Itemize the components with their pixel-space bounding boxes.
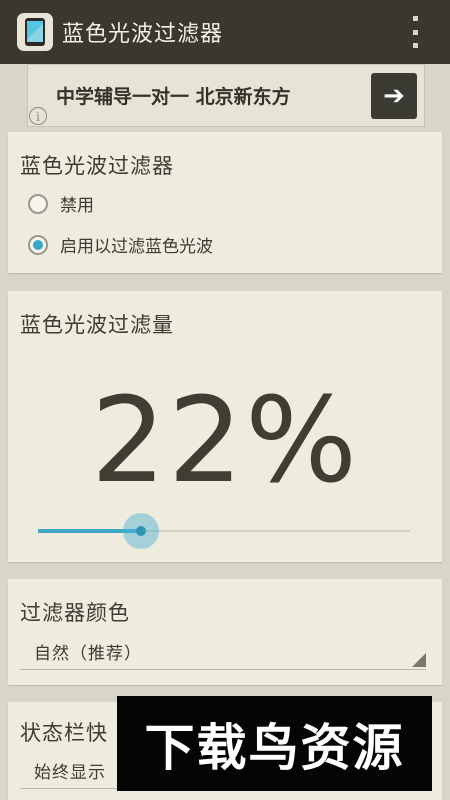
phone-screen — [27, 21, 43, 42]
ad-banner[interactable]: 中学辅导一对一 北京新东方 ➔ i — [27, 64, 425, 127]
dropdown-selected-value: 自然（推荐） — [34, 644, 142, 664]
filter-color-card: 过滤器颜色 自然（推荐） — [8, 579, 442, 685]
radio-label: 启用以过滤蓝色光波 — [60, 237, 213, 257]
ad-arrow-button[interactable]: ➔ — [371, 73, 417, 119]
amount-slider-thumb[interactable] — [123, 513, 159, 549]
action-bar: 蓝色光波过滤器 — [0, 0, 450, 64]
ad-text: 中学辅导一对一 北京新东方 — [56, 86, 291, 108]
watermark-text: 下载鸟资源 — [144, 718, 405, 777]
dropdown-caret-icon — [412, 653, 426, 667]
color-card-title: 过滤器颜色 — [20, 601, 130, 625]
radio-button-enable[interactable] — [28, 234, 48, 255]
radio-button-disable[interactable] — [28, 193, 48, 214]
arrow-right-icon: ➔ — [383, 81, 405, 111]
app-title: 蓝色光波过滤器 — [62, 22, 224, 47]
dropdown-selected-value: 始终显示 — [34, 763, 106, 783]
amount-percent-value: 22% — [90, 371, 360, 509]
menu-dot — [412, 29, 418, 35]
filter-amount-card: 蓝色光波过滤量 22% — [8, 291, 442, 562]
filter-card-title: 蓝色光波过滤器 — [20, 154, 174, 178]
radio-option-disable[interactable]: 禁用 — [28, 191, 94, 216]
filter-color-dropdown[interactable]: 自然（推荐） — [20, 639, 426, 670]
info-icon[interactable]: i — [29, 107, 47, 125]
overflow-menu-icon[interactable] — [407, 14, 423, 50]
filter-toggle-card: 蓝色光波过滤器 禁用 启用以过滤蓝色光波 — [8, 132, 442, 273]
phone-shape — [25, 18, 45, 46]
amount-card-title: 蓝色光波过滤量 — [20, 313, 174, 337]
watermark-logo: 下载鸟资源 — [117, 696, 432, 791]
app-phone-icon[interactable] — [17, 13, 53, 51]
statusbar-card-title: 状态栏快 — [20, 721, 108, 745]
menu-dot — [412, 16, 418, 21]
radio-label: 禁用 — [60, 196, 94, 216]
radio-option-enable[interactable]: 启用以过滤蓝色光波 — [28, 232, 213, 257]
menu-dot — [412, 43, 418, 48]
